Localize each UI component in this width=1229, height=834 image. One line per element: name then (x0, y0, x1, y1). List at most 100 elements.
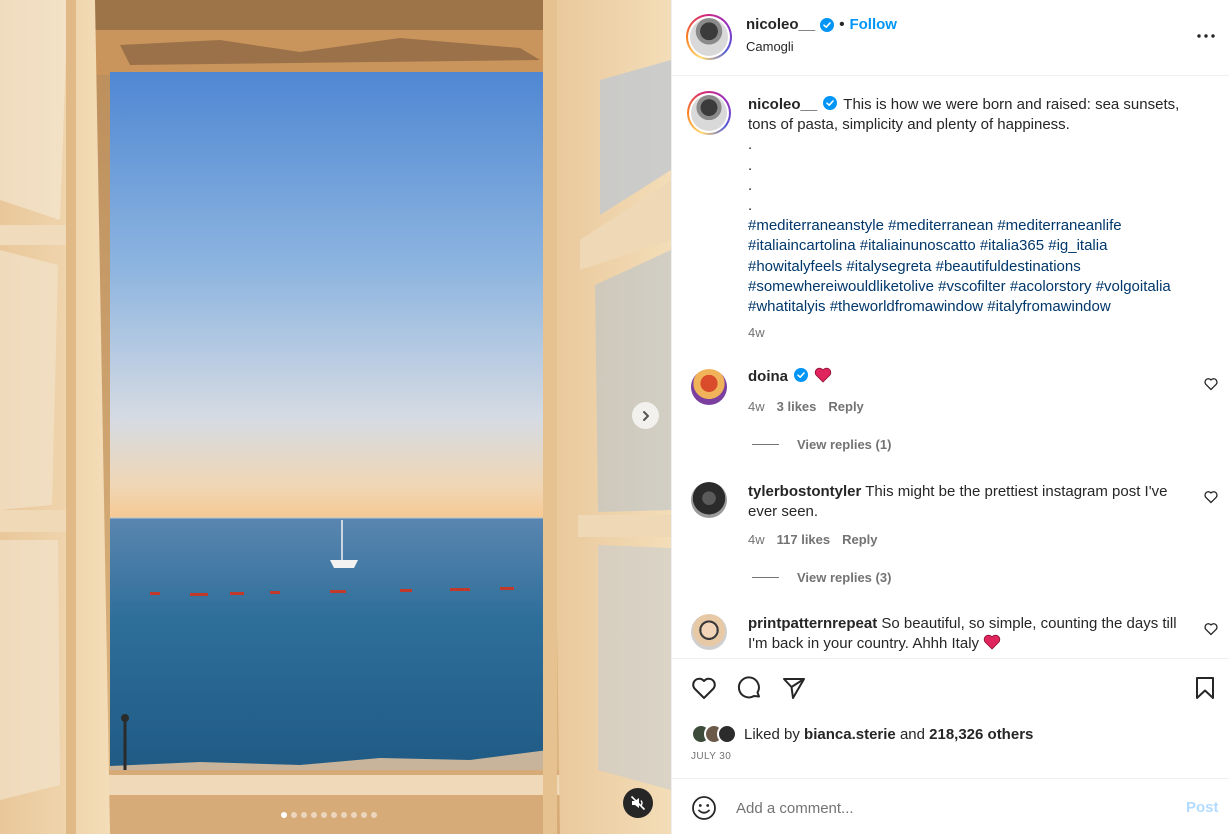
author-username[interactable]: nicoleo__ (746, 16, 815, 33)
small-heart-icon[interactable] (1204, 490, 1218, 504)
likes-summary: Liked by bianca.sterie and 218,326 other… (691, 724, 1033, 744)
liked-by-others[interactable]: 218,326 others (929, 726, 1033, 743)
view-replies-button[interactable]: View replies (3) (752, 570, 891, 585)
hashtag-link[interactable]: #mediterraneanlife (997, 217, 1121, 234)
hashtag-link[interactable]: #mediterranean (888, 217, 993, 234)
hashtag-link[interactable]: #ig_italia (1048, 237, 1107, 254)
share-icon[interactable] (780, 674, 808, 702)
post-caption: nicoleo__ This is how we were born and r… (748, 95, 1208, 317)
caption-username[interactable]: nicoleo__ (748, 96, 817, 113)
verified-badge-icon (823, 96, 838, 110)
hashtag-line: #whatitalyis #theworldfromawindow #italy… (748, 297, 1208, 317)
caption-author-avatar[interactable] (687, 91, 731, 135)
carousel-dot (371, 812, 377, 818)
carousel-next-button[interactable] (632, 402, 659, 429)
carousel-indicator (281, 812, 377, 818)
hashtag-link[interactable]: #italysegreta (846, 258, 931, 275)
post-location[interactable]: Camogli (746, 39, 794, 54)
follow-button[interactable]: Follow (849, 16, 897, 33)
carousel-dot (291, 812, 297, 818)
caption-timestamp[interactable]: 4w (748, 325, 765, 340)
caption-dot: . (748, 156, 753, 174)
red-heart-emoji-icon (984, 635, 1001, 650)
small-heart-icon[interactable] (1204, 622, 1218, 636)
commenter-avatar[interactable] (691, 482, 727, 518)
comment-item: printpatternrepeat So beautiful, so simp… (672, 612, 1229, 657)
save-icon[interactable] (1191, 674, 1219, 702)
mute-button[interactable] (623, 788, 653, 818)
commenter-avatar[interactable] (691, 369, 727, 405)
liked-by-user[interactable]: bianca.sterie (804, 726, 896, 743)
post-details-panel: nicoleo__ • Follow Camogli nicoleo__ Thi… (671, 0, 1229, 834)
mute-icon (630, 795, 646, 811)
caption-dot: . (748, 197, 753, 215)
more-options-icon[interactable] (1194, 24, 1218, 48)
next-arrow-icon (642, 410, 649, 421)
hashtag-link[interactable]: #mediterraneanstyle (748, 217, 884, 234)
carousel-dot (341, 812, 347, 818)
hashtag-link[interactable]: #italia365 (980, 237, 1044, 254)
comments-section[interactable]: nicoleo__ This is how we were born and r… (672, 77, 1229, 657)
hashtag-link[interactable]: #vscofilter (938, 278, 1006, 295)
hashtag-link[interactable]: #acolorstory (1010, 278, 1092, 295)
carousel-dot (331, 812, 337, 818)
hashtag-link[interactable]: #italiainunoscatto (860, 237, 976, 254)
liked-by-and: and (899, 725, 925, 743)
hashtag-line: #italiaincartolina #italiainunoscatto #i… (748, 236, 1208, 256)
small-heart-icon[interactable] (1204, 377, 1218, 391)
post-date[interactable]: JULY 30 (691, 751, 731, 762)
hashtag-line: #somewhereiwouldliketolive #vscofilter #… (748, 277, 1208, 297)
post-header: nicoleo__ • Follow Camogli (672, 0, 1229, 76)
add-comment-bar: Post (672, 778, 1229, 834)
comment-reply-button[interactable]: Reply (842, 532, 877, 547)
carousel-dot (361, 812, 367, 818)
hashtag-link[interactable]: #italyfromawindow (987, 298, 1110, 315)
liked-by-prefix: Liked by (744, 725, 800, 743)
hashtag-link[interactable]: #howitalyfeels (748, 258, 842, 275)
comment-item: tylerbostontyler This might be the prett… (672, 480, 1229, 590)
hashtag-link[interactable]: #italiaincartolina (748, 237, 856, 254)
comment-likes[interactable]: 117 likes (777, 532, 831, 547)
sea-window-photo (0, 0, 671, 834)
comment-time[interactable]: 4w (748, 399, 765, 414)
carousel-dot (351, 812, 357, 818)
carousel-dot (321, 812, 327, 818)
hashtag-link[interactable]: #somewhereiwouldliketolive (748, 278, 934, 295)
comment-item: doina 4w 3 likes Reply View replies (1) (672, 367, 1229, 457)
header-separator: • (839, 16, 845, 33)
author-avatar[interactable] (686, 14, 732, 60)
hashtag-link[interactable]: #volgoitalia (1096, 278, 1171, 295)
comment-time[interactable]: 4w (748, 532, 765, 547)
hashtag-link[interactable]: #beautifuldestinations (936, 258, 1081, 275)
comment-input[interactable] (736, 795, 1156, 821)
carousel-dot (301, 812, 307, 818)
comment-likes[interactable]: 3 likes (777, 399, 817, 414)
view-replies-label: View replies (1) (797, 437, 892, 452)
comment-meta: 4w 117 likes Reply (748, 532, 878, 547)
comment-meta: 4w 3 likes Reply (748, 399, 864, 414)
like-icon[interactable] (690, 674, 718, 702)
hashtag-link[interactable]: #whatitalyis (748, 298, 826, 315)
hashtag-link[interactable]: #theworldfromawindow (830, 298, 983, 315)
commenter-username[interactable]: doina (748, 368, 788, 385)
comment-reply-button[interactable]: Reply (828, 399, 863, 414)
post-comment-button[interactable]: Post (1186, 799, 1219, 816)
verified-badge-icon (820, 17, 835, 32)
commenter-avatar[interactable] (691, 614, 727, 650)
post-media[interactable] (0, 0, 671, 834)
view-replies-label: View replies (3) (797, 570, 892, 585)
comment-icon[interactable] (735, 674, 763, 702)
caption-dot: . (748, 176, 753, 194)
red-heart-emoji-icon (815, 367, 832, 383)
verified-badge-icon (794, 368, 809, 382)
hashtag-line: #mediterraneanstyle #mediterranean #medi… (748, 216, 1208, 236)
commenter-username[interactable]: tylerbostontyler (748, 483, 861, 500)
post-actions: Liked by bianca.sterie and 218,326 other… (672, 658, 1229, 778)
hashtag-block: #mediterraneanstyle #mediterranean #medi… (748, 216, 1208, 317)
caption-dot: . (748, 136, 753, 154)
hashtag-line: #howitalyfeels #italysegreta #beautifuld… (748, 257, 1208, 277)
commenter-username[interactable]: printpatternrepeat (748, 615, 877, 632)
view-replies-button[interactable]: View replies (1) (752, 437, 891, 452)
emoji-icon[interactable] (691, 795, 717, 821)
liker-avatar (717, 724, 737, 744)
